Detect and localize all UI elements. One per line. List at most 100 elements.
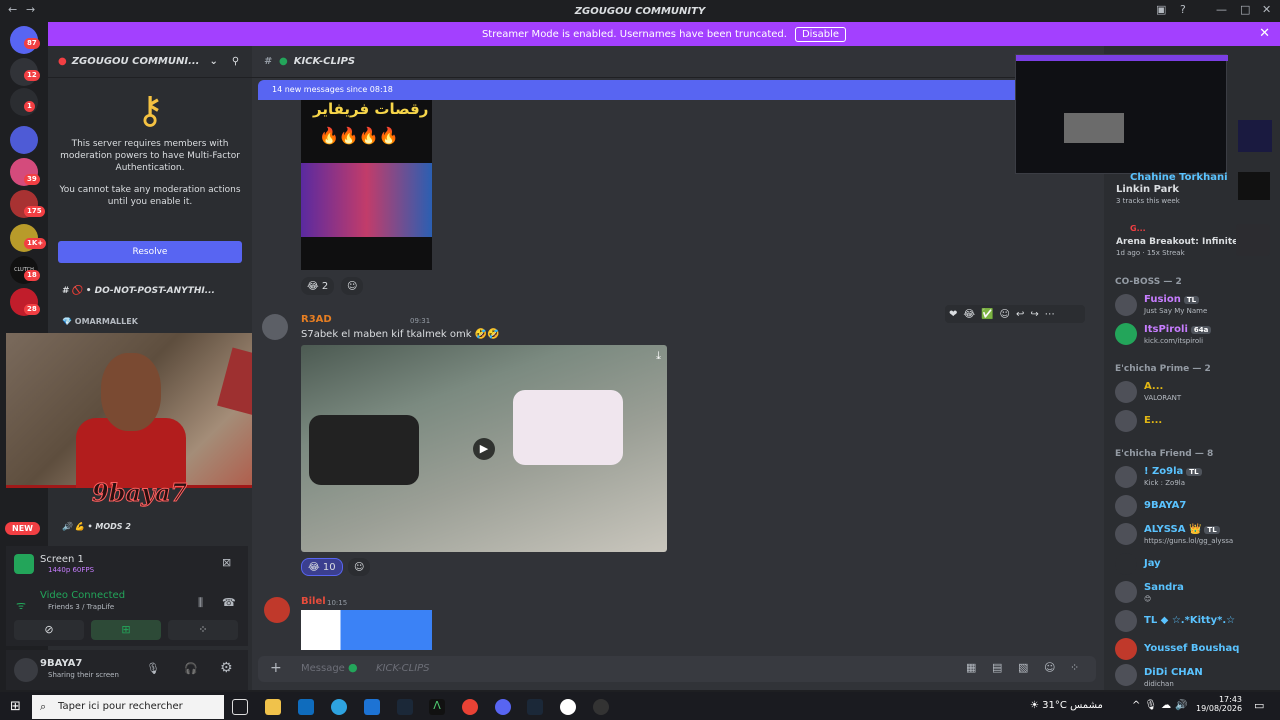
maximize-icon[interactable]: □ [1240,3,1250,16]
invite-icon[interactable]: ⚲ [232,56,239,67]
avatar[interactable] [264,597,290,623]
avatar[interactable] [1115,495,1137,517]
apps-icon[interactable]: ⁘ [1070,661,1079,674]
message-composer[interactable]: + Message # ● KICK-CLIPS ▦ ▤ ▧ ☺ ⁘ [258,656,1096,682]
close-window-icon[interactable]: ✕ [1262,3,1271,16]
noise-suppression-icon[interactable]: ⫼ [198,596,203,610]
server-icon[interactable] [10,126,38,154]
play-icon[interactable]: ▶ [473,438,495,460]
voice-status[interactable]: Video Connected [40,590,125,601]
avatar[interactable] [1115,294,1137,316]
member-name[interactable]: DiDi CHAN [1144,667,1203,678]
app-icon[interactable] [593,699,609,715]
member-name[interactable]: Jay [1144,558,1161,569]
member-name[interactable]: A... [1144,381,1163,392]
steam-icon[interactable] [397,699,413,715]
laugh-emoji-icon[interactable]: 😂 [963,309,975,320]
disable-button[interactable]: Disable [794,26,847,42]
more-icon[interactable]: ⋯ [1045,309,1055,320]
store-icon[interactable] [298,699,314,715]
screenshare-button[interactable]: ⊞ [91,620,161,640]
clock[interactable]: 17:43 19/08/2026 [1196,695,1242,713]
system-tray[interactable]: ^🎙☁🔊 [1132,700,1192,711]
picture-in-picture-preview[interactable] [1015,54,1228,174]
obs-icon[interactable] [560,699,576,715]
member-name[interactable]: Chahine Torkhani [1130,172,1228,183]
steam-icon[interactable] [527,699,543,715]
stop-share-icon[interactable]: ⊠ [222,556,231,569]
avatar[interactable] [1115,638,1137,660]
image-attachment[interactable] [301,610,432,650]
channel-do-not-post[interactable]: # 🚫 • DO-NOT-POST-ANYTHI... [62,286,215,296]
avatar[interactable] [1115,466,1137,488]
add-reaction-icon[interactable]: ☺ [1000,309,1010,320]
member-name[interactable]: ! Zo9la TL [1144,466,1202,477]
disconnect-icon[interactable]: ☎ [222,596,236,609]
forward-icon[interactable]: → [26,3,35,16]
reply-icon[interactable]: ↩ [1016,309,1024,320]
heart-icon[interactable]: ❤ [949,309,957,320]
gear-icon[interactable]: ⚙ [220,660,233,676]
member-name[interactable]: G... [1130,224,1146,233]
message-author[interactable]: Bilel [301,596,326,607]
discord-icon[interactable] [495,699,511,715]
member-name[interactable]: Youssef Boushaq [1144,643,1239,654]
help-icon[interactable]: ? [1180,3,1186,16]
server-header[interactable]: ● ZGOUGOU COMMUNI... ⌄ ⚲ [48,46,252,78]
edge-icon[interactable] [331,699,347,715]
member-name[interactable]: ALYSSA 👑 TL [1144,524,1220,535]
channel-mods-2[interactable]: 🔊 💪 • MODS 2 [62,522,131,531]
avatar[interactable] [1115,664,1137,686]
gift-icon[interactable]: ▦ [966,661,976,674]
taskbar-search[interactable]: ⌕ Taper ici pour rechercher [32,695,224,719]
member-name[interactable]: ItsPiroli 64a [1144,324,1212,335]
sticker-icon[interactable]: ▧ [1018,661,1028,674]
avatar[interactable] [14,658,38,682]
activity-button[interactable]: ⁘ [168,620,238,640]
member-name[interactable]: E... [1144,415,1162,426]
forward-icon[interactable]: ↪ [1030,309,1038,320]
avatar[interactable] [1115,581,1137,603]
file-explorer-icon[interactable] [265,699,281,715]
emoji-icon[interactable]: ☺ [1044,661,1055,674]
microphone-icon[interactable]: 🎙 [146,662,160,675]
chrome-icon[interactable] [462,699,478,715]
avatar[interactable] [1115,323,1137,345]
inbox-icon[interactable]: ▣ [1156,3,1166,16]
reaction-laugh[interactable]: 😂 10 [301,558,343,576]
member-name[interactable]: 9BAYA7 [1144,500,1186,511]
close-icon[interactable]: ✕ [1259,26,1270,41]
check-icon[interactable]: ✅ [981,309,993,320]
minimize-icon[interactable]: — [1216,3,1227,16]
tiktok-thumbnail[interactable]: رقصات فريفاير 🔥🔥🔥🔥 [301,100,432,270]
add-reaction-icon[interactable]: ☺ [348,558,371,576]
message-author[interactable]: R3AD [301,314,332,325]
outlook-icon[interactable] [364,699,380,715]
voice-server-icon[interactable] [10,88,38,116]
video-attachment[interactable]: ▶ ⤓ [301,345,667,552]
add-reaction-icon[interactable]: ☺ [341,277,364,295]
plus-icon[interactable]: + [270,660,282,676]
avatar[interactable] [1115,553,1137,575]
nvidia-icon[interactable]: Λ [429,699,445,715]
notification-icon[interactable]: ▭ [1254,699,1264,712]
resolve-button[interactable]: Resolve [58,241,242,263]
new-messages-bar[interactable]: 14 new messages since 08:18 [258,80,1022,100]
avatar[interactable] [1115,610,1137,632]
back-icon[interactable]: ← [8,3,17,16]
reaction-laugh[interactable]: 😂 2 [301,277,335,295]
avatar[interactable] [1115,410,1137,432]
member-name[interactable]: TL ◆ ☆.*Kitty*.☆ [1144,615,1235,626]
avatar[interactable] [1115,523,1137,545]
headphones-icon[interactable]: 🎧 [184,662,198,675]
windows-start-icon[interactable]: ⊞ [10,699,21,714]
member-name[interactable]: Sandra [1144,582,1184,593]
weather-widget[interactable]: ☀ 31°C مشمس [1030,700,1103,711]
camera-toggle-button[interactable]: ⊘ [14,620,84,640]
member-name[interactable]: Fusion TL [1144,294,1200,305]
task-view-icon[interactable] [232,699,248,715]
gif-icon[interactable]: ▤ [992,661,1002,674]
avatar[interactable] [1115,381,1137,403]
download-icon[interactable]: ⤓ [656,349,661,363]
avatar[interactable] [262,314,288,340]
